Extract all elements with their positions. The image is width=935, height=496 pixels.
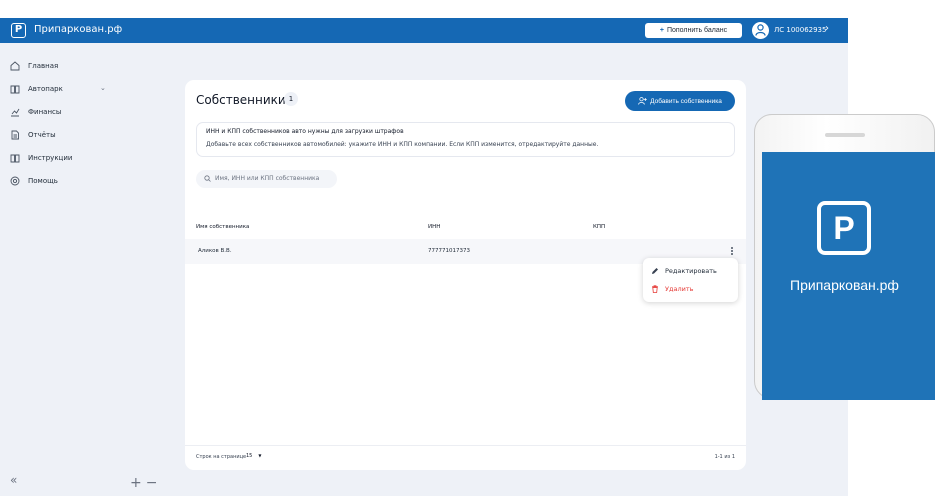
logo-icon[interactable]: P <box>11 23 26 38</box>
more-vertical-icon[interactable] <box>729 247 735 257</box>
sidebar-item-finance[interactable]: Финансы <box>10 105 61 119</box>
sidebar: Главная Автопарк ⌄ Финансы Отчёты Инстру… <box>0 43 170 496</box>
chevron-down-icon[interactable]: ⌄ <box>100 84 106 92</box>
add-owner-button[interactable]: Добавить собственника <box>625 91 735 111</box>
sidebar-item-label: Отчёты <box>28 131 56 139</box>
sidebar-item-label: Помощь <box>28 177 58 185</box>
sidebar-item-fleet[interactable]: Автопарк <box>10 82 63 96</box>
owner-inn-cell: 777771017373 <box>428 248 470 254</box>
book-icon <box>10 85 20 94</box>
column-header-kpp: КПП <box>593 224 606 230</box>
splash-logo-icon: P <box>817 201 871 255</box>
info-title: ИНН и КПП собственников авто нужны для з… <box>206 128 404 135</box>
sidebar-item-reports[interactable]: Отчёты <box>10 128 56 142</box>
column-header-inn: ИНН <box>428 224 441 230</box>
rows-per-page-label: Строк на странице <box>196 454 247 460</box>
pencil-icon <box>652 268 658 274</box>
menu-item-edit[interactable]: Редактировать <box>651 265 717 277</box>
sidebar-item-home[interactable]: Главная <box>10 59 58 73</box>
info-banner: ИНН и КПП собственников авто нужны для з… <box>196 122 735 157</box>
sidebar-item-label: Инструкции <box>28 154 73 162</box>
column-header-name: Имя собственника <box>196 224 250 230</box>
rows-per-page-select[interactable]: 15 ▼ <box>246 453 261 459</box>
splash-brand-name: Припаркован.рф <box>790 277 899 293</box>
sidebar-item-label: Главная <box>28 62 59 70</box>
add-user-icon <box>638 97 647 105</box>
brand-name[interactable]: Припаркован.рф <box>34 24 122 35</box>
zoom-controls[interactable]: +− <box>130 476 161 490</box>
plus-icon: + <box>659 27 664 34</box>
menu-item-label: Удалить <box>665 285 694 293</box>
row-actions-menu: Редактировать Удалить <box>643 258 738 302</box>
topup-balance-button[interactable]: + Пополнить баланс <box>645 23 742 38</box>
sidebar-item-help[interactable]: Помощь <box>10 174 58 188</box>
add-owner-label: Добавить собственника <box>650 97 722 105</box>
caret-down-icon: ▼ <box>258 453 262 458</box>
trash-icon <box>652 285 658 293</box>
phone-mockup: P Припаркован.рф <box>754 114 935 400</box>
divider <box>185 445 746 446</box>
account-number[interactable]: ЛС 100062935 <box>774 26 826 34</box>
document-icon <box>11 130 19 140</box>
book-icon <box>10 154 20 163</box>
owners-card: Собственники 1 Добавить собственника ИНН… <box>185 80 746 470</box>
collapse-sidebar-button[interactable]: « <box>10 474 17 486</box>
user-avatar[interactable] <box>752 22 769 39</box>
topup-label: Пополнить баланс <box>666 27 728 34</box>
search-icon <box>204 175 211 182</box>
sidebar-item-label: Автопарк <box>28 85 63 93</box>
search-input[interactable]: Имя, ИНН или КПП собственника <box>196 170 337 188</box>
menu-item-delete[interactable]: Удалить <box>651 283 693 295</box>
chevron-right-icon[interactable]: › <box>825 24 829 34</box>
search-placeholder: Имя, ИНН или КПП собственника <box>215 175 320 182</box>
rows-per-page-value: 15 <box>246 453 253 459</box>
pagination-info: 1-1 из 1 <box>714 454 735 460</box>
chart-icon <box>11 108 20 117</box>
top-bar: P Припаркован.рф + Пополнить баланс ЛС 10… <box>0 18 848 43</box>
phone-screen: P Припаркован.рф <box>762 152 935 400</box>
page-title: Собственники <box>196 93 286 107</box>
help-icon <box>10 176 20 186</box>
phone-speaker <box>825 133 865 137</box>
user-icon <box>755 24 766 36</box>
app-window: P Припаркован.рф + Пополнить баланс ЛС 10… <box>0 18 848 496</box>
menu-item-label: Редактировать <box>665 267 717 275</box>
info-text: Добавьте всех собственников автомобилей:… <box>206 141 599 148</box>
home-icon <box>10 61 20 71</box>
count-badge: 1 <box>284 92 298 106</box>
sidebar-item-label: Финансы <box>28 108 62 116</box>
owner-name-cell: Аликов В.В. <box>198 248 232 254</box>
sidebar-item-instructions[interactable]: Инструкции <box>10 151 72 165</box>
